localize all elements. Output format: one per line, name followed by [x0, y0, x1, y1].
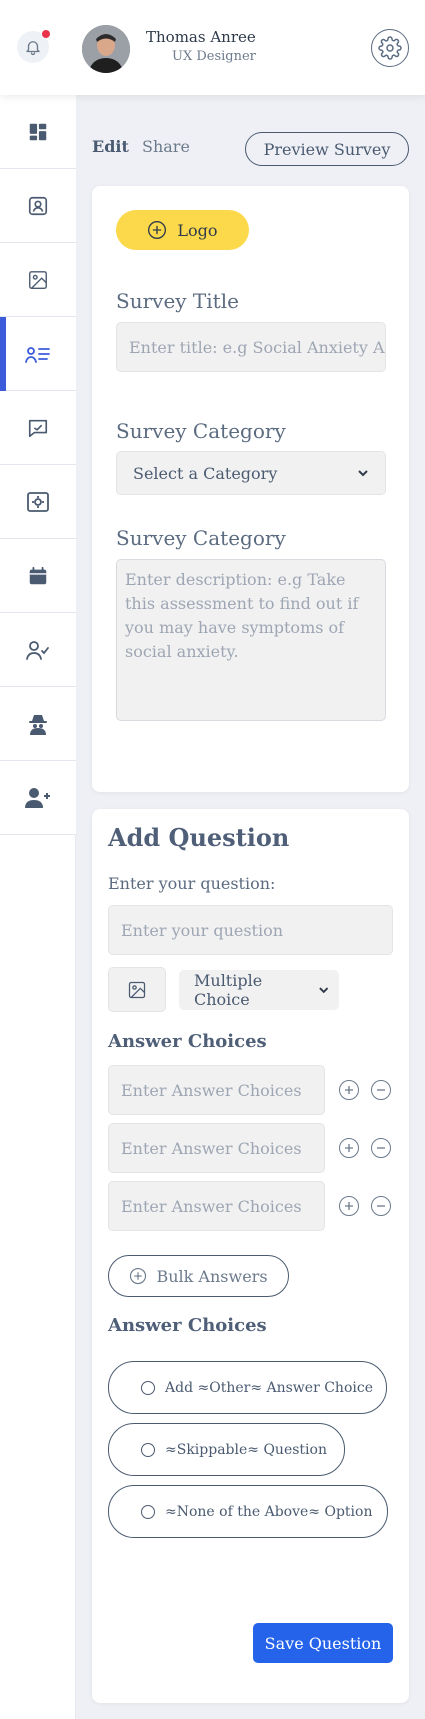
settings-button[interactable]: [371, 29, 409, 67]
chevron-down-icon: [318, 987, 328, 994]
settings-screen-icon: [27, 491, 49, 512]
radio-button[interactable]: [141, 1442, 155, 1457]
survey-category-select[interactable]: Select a Category: [116, 451, 386, 495]
answer-choices-heading: Answer Choices: [108, 1031, 267, 1052]
sidebar-item-add-user[interactable]: [0, 761, 76, 835]
notification-button[interactable]: [17, 30, 50, 63]
minus-icon: [377, 1205, 385, 1207]
add-answer-button[interactable]: [339, 1196, 359, 1216]
plus-icon: [345, 1086, 353, 1094]
category-selected-value: Select a Category: [133, 463, 278, 483]
survey-title-label: Survey Title: [116, 289, 239, 313]
chat-icon: [28, 419, 48, 437]
logo-label: Logo: [177, 220, 218, 240]
notification-dot: [42, 30, 50, 38]
sidebar-item-user-approval[interactable]: [0, 613, 76, 687]
survey-title-input[interactable]: Enter title: e.g Social Anxiety Assessme…: [116, 322, 386, 372]
logo-upload-button[interactable]: Logo: [116, 210, 249, 250]
option-label: Add ≈Other≈ Answer Choice: [165, 1379, 373, 1396]
tab-share[interactable]: Share: [142, 137, 190, 156]
add-user-icon: [25, 787, 50, 808]
user-name: Thomas Anree: [146, 28, 256, 46]
radio-button[interactable]: [141, 1504, 155, 1519]
add-image-button[interactable]: [108, 967, 166, 1012]
add-answer-button[interactable]: [339, 1138, 359, 1158]
top-header: Thomas Anree UX Designer: [0, 0, 425, 95]
chevron-down-icon: [358, 470, 368, 477]
option-none-of-above[interactable]: ≈None of the Above≈ Option: [108, 1485, 388, 1538]
survey-description-label: Survey Category: [116, 526, 286, 550]
bulk-answers-label: Bulk Answers: [156, 1266, 268, 1286]
minus-icon: [377, 1147, 385, 1149]
question-type-select[interactable]: Multiple Choice: [179, 970, 339, 1010]
gear-icon: [378, 36, 402, 60]
answer-choice-input[interactable]: Enter Answer Choices: [108, 1123, 325, 1173]
bulk-answers-button[interactable]: Bulk Answers: [108, 1255, 289, 1297]
sidebar-item-profile[interactable]: [0, 169, 76, 243]
sidebar: [0, 95, 76, 1719]
image-icon: [128, 981, 146, 998]
calendar-icon: [29, 566, 47, 584]
sidebar-item-surveys[interactable]: [0, 317, 76, 391]
answer-choice-input[interactable]: Enter Answer Choices: [108, 1181, 325, 1231]
sidebar-item-anonymous[interactable]: [0, 687, 76, 761]
sidebar-item-settings[interactable]: [0, 465, 76, 539]
dashboard-icon: [29, 123, 47, 140]
option-other-answer[interactable]: Add ≈Other≈ Answer Choice: [108, 1361, 387, 1414]
option-label: ≈None of the Above≈ Option: [165, 1503, 373, 1520]
tab-edit[interactable]: Edit: [92, 137, 129, 156]
avatar[interactable]: [82, 25, 130, 73]
sidebar-item-calendar[interactable]: [0, 539, 76, 613]
minus-icon: [377, 1089, 385, 1091]
question-prompt-label: Enter your question:: [108, 874, 276, 893]
user-check-icon: [26, 640, 49, 660]
save-question-button[interactable]: Save Question: [253, 1623, 393, 1663]
bell-icon: [26, 41, 40, 56]
remove-answer-button[interactable]: [371, 1080, 391, 1100]
plus-circle-icon: [148, 221, 167, 239]
answer-choice-input[interactable]: Enter Answer Choices: [108, 1065, 325, 1115]
add-answer-button[interactable]: [339, 1080, 359, 1100]
sidebar-item-media[interactable]: [0, 243, 76, 317]
user-role: UX Designer: [172, 49, 256, 64]
answer-options-heading: Answer Choices: [108, 1315, 267, 1336]
preview-survey-button[interactable]: Preview Survey: [245, 132, 409, 166]
plus-icon: [345, 1144, 353, 1152]
remove-answer-button[interactable]: [371, 1196, 391, 1216]
spy-icon: [29, 714, 47, 735]
survey-description-textarea[interactable]: Enter description: e.g Take this assessm…: [116, 559, 386, 721]
image-icon: [29, 270, 47, 289]
sidebar-item-dashboard[interactable]: [0, 95, 76, 169]
survey-list-icon: [25, 346, 50, 363]
profile-icon: [28, 196, 48, 215]
remove-answer-button[interactable]: [371, 1138, 391, 1158]
option-skippable[interactable]: ≈Skippable≈ Question: [108, 1423, 345, 1476]
question-input[interactable]: Enter your question: [108, 905, 393, 955]
sidebar-item-messages[interactable]: [0, 391, 76, 465]
option-label: ≈Skippable≈ Question: [165, 1441, 327, 1458]
survey-category-label: Survey Category: [116, 419, 286, 443]
plus-circle-icon: [130, 1267, 147, 1285]
add-question-title: Add Question: [108, 823, 290, 852]
plus-icon: [345, 1202, 353, 1210]
question-type-value: Multiple Choice: [194, 971, 263, 1009]
radio-button[interactable]: [141, 1380, 155, 1395]
